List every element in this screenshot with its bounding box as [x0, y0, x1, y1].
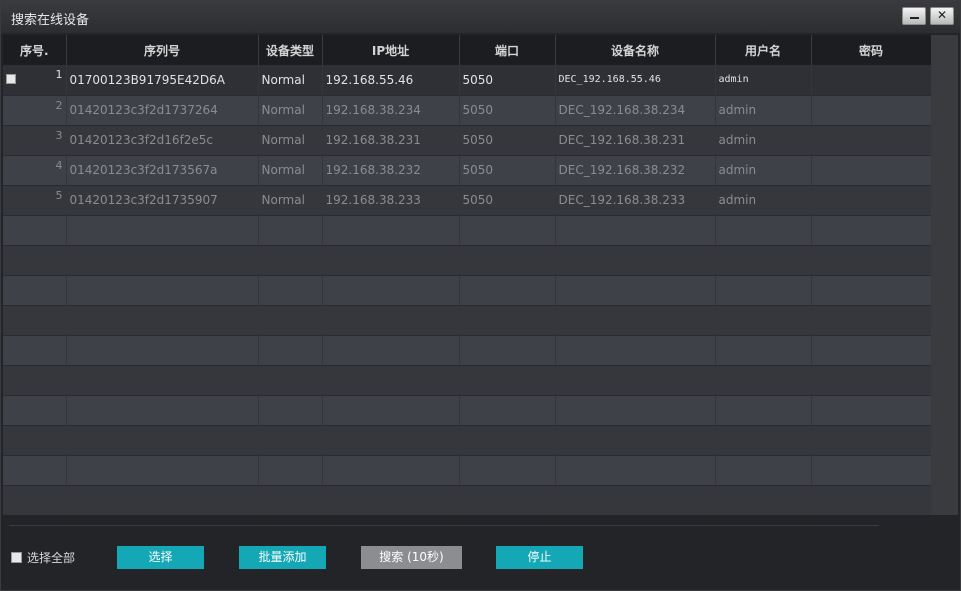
table-header-row: 序号. 序列号 设备类型 IP地址 端口 设备名称 用户名 密码 — [3, 35, 931, 65]
serial-cell: 01700123B91795E42D6A — [66, 65, 259, 96]
password-cell — [811, 155, 931, 186]
port-cell: 5050 — [459, 185, 556, 216]
minimize-icon — [909, 16, 919, 19]
checkbox-icon[interactable] — [11, 552, 22, 563]
table-row[interactable]: 1 01700123B91795E42D6A Normal 192.168.55… — [3, 65, 931, 96]
row-number: 3 — [55, 128, 63, 142]
empty-row — [3, 335, 931, 366]
select-button[interactable]: 选择 — [117, 546, 204, 569]
ip-cell: 192.168.38.233 — [322, 185, 460, 216]
port-cell: 5050 — [459, 65, 556, 96]
minimize-button[interactable] — [902, 7, 926, 25]
serial-cell: 01420123c3f2d1737264 — [66, 95, 259, 126]
serial-cell: 01420123c3f2d16f2e5c — [66, 125, 259, 156]
column-header-password[interactable]: 密码 — [811, 35, 931, 65]
device-type-cell: Normal — [258, 185, 323, 216]
close-button[interactable]: ✕ — [930, 7, 954, 25]
row-number-cell: 5 — [3, 185, 67, 216]
row-number-cell: 1 — [3, 65, 67, 96]
device-type-cell: Normal — [258, 95, 323, 126]
select-all-label: 选择全部 — [27, 551, 76, 565]
username-cell: admin — [715, 125, 812, 156]
row-number-cell: 4 — [3, 155, 67, 186]
username-cell: admin — [715, 155, 812, 186]
footer-divider — [9, 525, 879, 526]
device-name-cell: DEC_192.168.38.231 — [555, 125, 716, 156]
serial-cell: 01420123c3f2d173567a — [66, 155, 259, 186]
column-header-no[interactable]: 序号. — [3, 35, 67, 65]
ip-cell: 192.168.38.232 — [322, 155, 460, 186]
device-type-cell: Normal — [258, 65, 323, 96]
device-table-area[interactable]: 序号. 序列号 设备类型 IP地址 端口 设备名称 用户名 密码 1 01700… — [3, 35, 931, 515]
row-number: 5 — [55, 188, 63, 202]
empty-row — [3, 365, 931, 396]
window-title: 搜索在线设备 — [11, 13, 90, 28]
column-header-device-name[interactable]: 设备名称 — [555, 35, 716, 65]
port-cell: 5050 — [459, 155, 556, 186]
empty-row — [3, 245, 931, 276]
password-cell — [811, 125, 931, 156]
table-row[interactable]: 5 01420123c3f2d1735907 Normal 192.168.38… — [3, 185, 931, 216]
close-icon: ✕ — [936, 8, 948, 22]
device-name-cell: DEC_192.168.38.233 — [555, 185, 716, 216]
username-cell: admin — [715, 95, 812, 126]
device-name-cell: DEC_192.168.38.234 — [555, 95, 716, 126]
row-number: 2 — [55, 98, 63, 112]
port-cell: 5050 — [459, 95, 556, 126]
column-header-serial[interactable]: 序列号 — [66, 35, 259, 65]
batch-add-button[interactable]: 批量添加 — [239, 546, 326, 569]
password-cell — [811, 95, 931, 126]
row-number: 4 — [55, 158, 63, 172]
row-number: 1 — [55, 68, 63, 81]
ip-cell: 192.168.38.231 — [322, 125, 460, 156]
empty-row — [3, 485, 931, 515]
empty-row — [3, 395, 931, 426]
password-cell — [811, 185, 931, 216]
column-header-device-type[interactable]: 设备类型 — [258, 35, 323, 65]
column-header-port[interactable]: 端口 — [459, 35, 556, 65]
row-number-cell: 3 — [3, 125, 67, 156]
stop-button[interactable]: 停止 — [496, 546, 583, 569]
username-cell[interactable]: admin — [715, 65, 812, 96]
ip-cell: 192.168.38.234 — [322, 95, 460, 126]
search-online-devices-dialog: 搜索在线设备 ✕ 序号. 序列号 设备类型 IP地址 端口 设备名称 用户名 密… — [0, 0, 961, 591]
row-checkbox[interactable] — [6, 74, 16, 84]
username-cell: admin — [715, 185, 812, 216]
device-type-cell: Normal — [258, 155, 323, 186]
table-row[interactable]: 4 01420123c3f2d173567a Normal 192.168.38… — [3, 155, 931, 186]
empty-row — [3, 275, 931, 306]
device-type-cell: Normal — [258, 125, 323, 156]
select-all-checkbox[interactable]: 选择全部 — [11, 549, 75, 566]
row-number-cell: 2 — [3, 95, 67, 126]
empty-row — [3, 215, 931, 246]
table-row[interactable]: 3 01420123c3f2d16f2e5c Normal 192.168.38… — [3, 125, 931, 156]
column-header-username[interactable]: 用户名 — [715, 35, 812, 65]
password-cell[interactable] — [811, 65, 931, 96]
port-cell: 5050 — [459, 125, 556, 156]
empty-row — [3, 305, 931, 336]
serial-cell: 01420123c3f2d1735907 — [66, 185, 259, 216]
title-bar[interactable]: 搜索在线设备 ✕ — [1, 1, 960, 33]
search-button[interactable]: 搜索 (10秒) — [361, 546, 462, 569]
device-name-cell[interactable]: DEC_192.168.55.46 — [555, 65, 716, 96]
table-row[interactable]: 2 01420123c3f2d1737264 Normal 192.168.38… — [3, 95, 931, 126]
empty-row — [3, 455, 931, 486]
device-table: 序号. 序列号 设备类型 IP地址 端口 设备名称 用户名 密码 1 01700… — [3, 35, 931, 515]
empty-row — [3, 425, 931, 456]
device-name-cell: DEC_192.168.38.232 — [555, 155, 716, 186]
column-header-ip[interactable]: IP地址 — [322, 35, 460, 65]
vertical-scrollbar[interactable] — [931, 35, 958, 515]
ip-cell: 192.168.55.46 — [322, 65, 460, 96]
